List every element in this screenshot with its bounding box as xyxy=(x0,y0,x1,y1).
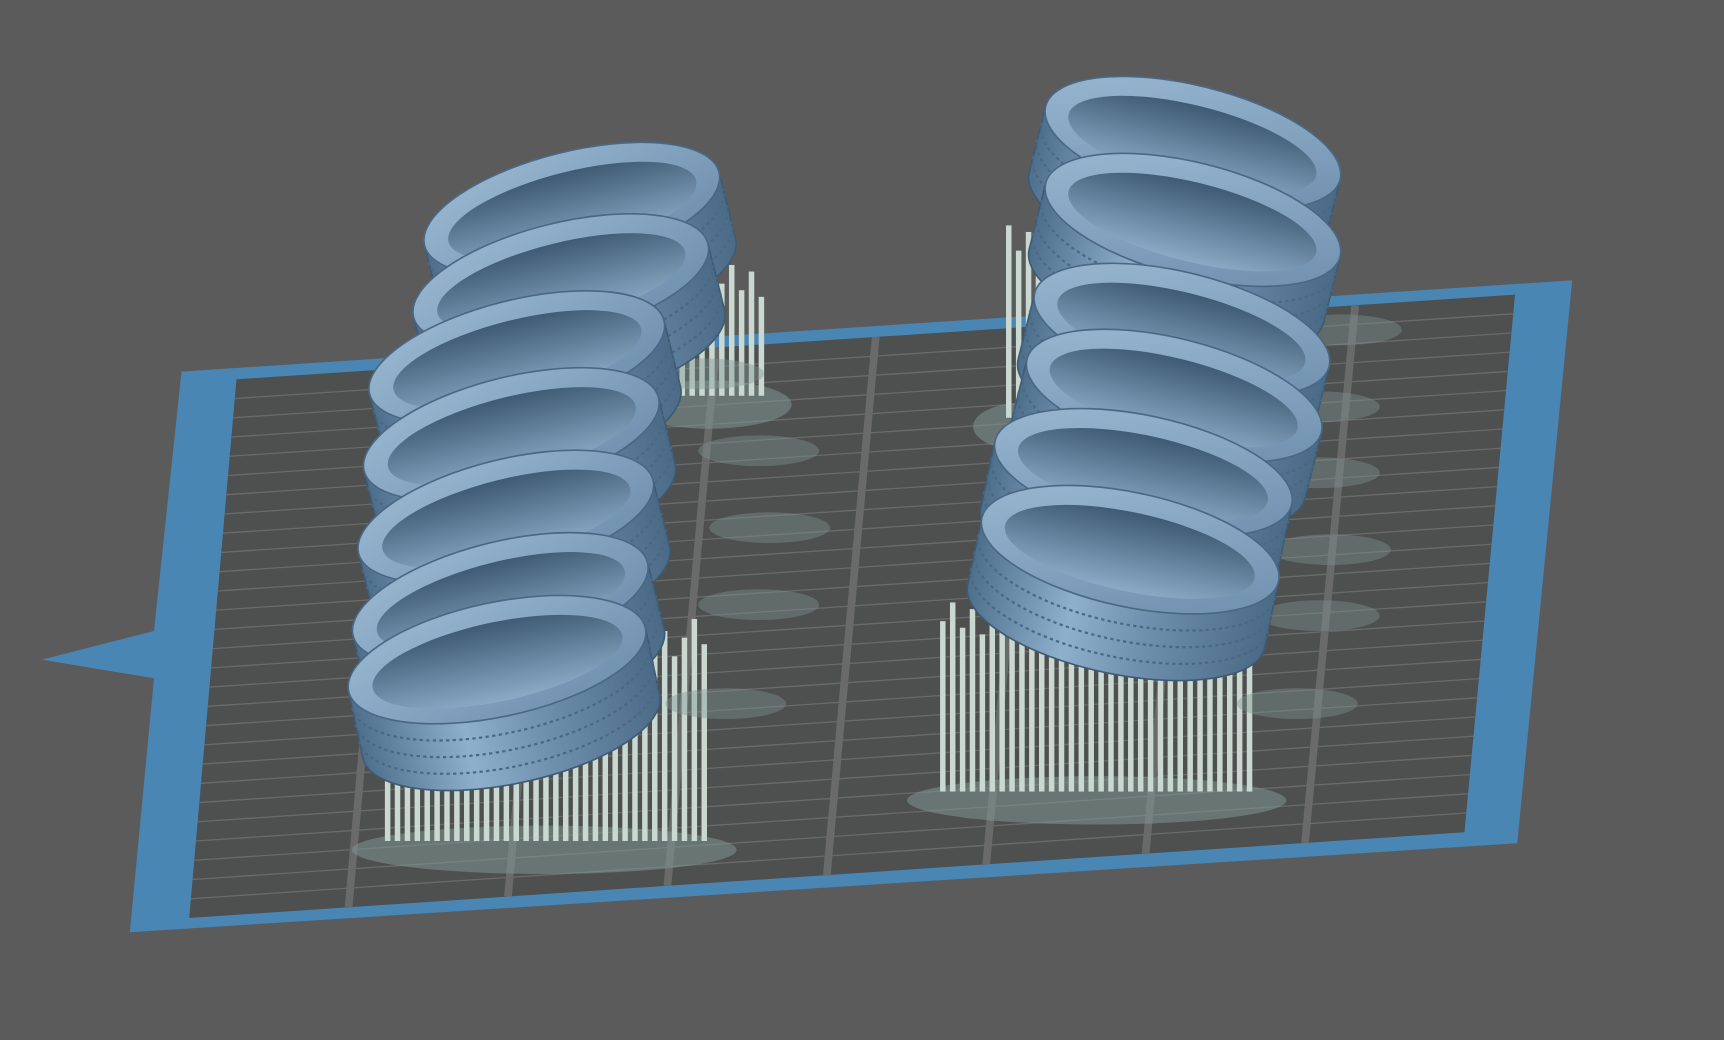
support-pillar xyxy=(949,602,956,792)
support-footprint xyxy=(709,512,831,544)
support-pillar xyxy=(661,631,668,842)
3d-viewport[interactable] xyxy=(0,0,1724,1040)
support-pillar xyxy=(681,637,688,842)
support-footprint xyxy=(1269,534,1391,566)
support-footprint xyxy=(665,688,787,719)
support-pillar xyxy=(758,296,765,396)
support-pillar xyxy=(1006,225,1012,418)
support-pillar xyxy=(979,634,986,792)
support-pillar xyxy=(989,615,996,792)
support-footprint xyxy=(1236,688,1358,719)
support-pillar xyxy=(1009,622,1015,792)
support-pillar xyxy=(969,609,976,792)
support-pillar xyxy=(671,656,678,842)
support-pillar xyxy=(959,627,966,792)
support-pillar xyxy=(691,618,698,842)
support-footprint xyxy=(1258,600,1380,632)
support-footprint xyxy=(698,589,820,621)
support-pillar xyxy=(1029,628,1035,792)
support-pillar xyxy=(940,621,946,792)
support-pillar xyxy=(701,644,707,842)
support-footprint xyxy=(698,435,820,467)
